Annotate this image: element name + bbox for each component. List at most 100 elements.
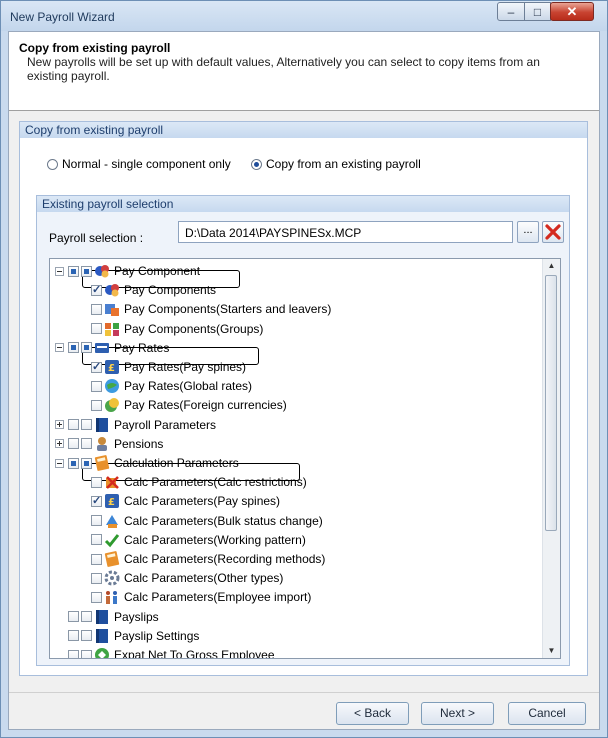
clear-selection-button[interactable] [542,221,564,243]
browse-button[interactable]: ... [517,221,539,243]
tree-item-checkbox-icon[interactable] [91,494,102,507]
collapse-icon[interactable] [55,343,64,353]
tree-item-checkbox-icon[interactable] [91,572,102,584]
window-title: New Payroll Wizard [10,10,115,24]
scroll-thumb[interactable] [545,275,557,531]
payroll-items-tree[interactable]: Pay Component Pay Components Pay Component… [49,258,561,659]
pay-component-icon [94,263,110,279]
tree-item[interactable]: £ Pay Rates(Pay spines) [91,359,246,375]
tree-item-label: Calc Parameters(Working pattern) [124,532,306,547]
tree-item-label: Expat Net To Gross Employee [114,648,275,659]
tree-item[interactable]: £ Calc Parameters(Pay spines) [91,493,280,509]
scroll-down-icon[interactable]: ▼ [543,644,560,658]
tree-item[interactable]: Calc Parameters(Bulk status change) [91,513,323,529]
tick-icon [104,532,120,548]
pay-component-icon [104,282,120,298]
tree-item-label: Calc Parameters(Employee import) [124,590,312,605]
close-icon: ✕ [566,4,578,19]
tree-item[interactable]: Calc Parameters(Calc restrictions) [91,474,307,490]
collapse-icon[interactable] [55,266,64,276]
minimize-button[interactable]: – [497,2,525,21]
tree-item[interactable]: Payslip Settings [55,628,199,644]
tree-item-checkbox-icon[interactable] [91,591,102,603]
tree-item-checkbox-icon[interactable] [91,476,102,488]
tree-item-checkbox-icon[interactable] [91,283,102,296]
tree-item[interactable]: Calc Parameters(Employee import) [91,589,311,605]
back-button[interactable]: < Back [336,702,409,725]
tree-item[interactable]: Pay Rates [55,340,169,356]
tree-item[interactable]: Pay Rates(Global rates) [91,378,252,394]
selection-group-title: Existing payroll selection [37,196,569,212]
tree-item-checkbox-icon[interactable] [68,438,79,450]
tree-item[interactable]: Calc Parameters(Other types) [91,570,283,586]
tree-item[interactable]: Payslips [55,609,159,625]
employees-icon [104,589,120,605]
minimize-icon: – [507,5,515,19]
radio-normal-icon[interactable] [47,158,58,170]
tree-item-label: Calculation Parameters [114,456,239,470]
globe-icon [104,378,120,394]
tree-item-checkbox-icon[interactable] [91,380,102,392]
tree-item-label: Pay Components [124,283,217,298]
svg-text:£: £ [108,497,115,508]
tree-item-state-icon [81,265,92,277]
restriction-icon [104,474,120,490]
tree-item-state-icon [81,438,92,450]
tree-item-label: Calc Parameters(Calc restrictions) [124,475,307,490]
tree-item-checkbox-icon[interactable] [68,419,79,431]
tree-item-label: Pay Components(Groups) [124,321,264,336]
tree-item-label: Calc Parameters(Recording methods) [124,552,326,566]
tree-item[interactable]: Payroll Parameters [55,417,216,433]
tree-item[interactable]: Calc Parameters(Recording methods) [91,551,325,567]
tree-item[interactable]: Pay Components(Groups) [91,321,263,337]
cancel-button[interactable]: Cancel [508,702,586,725]
tree-item-checkbox-icon[interactable] [91,303,102,315]
payroll-selection-input[interactable]: D:\Data 2014\PAYSPINESx.MCP [178,221,513,243]
tree-item[interactable]: Pay Components(Starters and leavers) [91,301,331,317]
pension-icon [94,436,110,452]
tree-item-checkbox-icon[interactable] [91,360,102,373]
tree-item-label: Pensions [114,436,164,451]
tree-item[interactable]: Calc Parameters(Working pattern) [91,532,306,548]
tree-item-checkbox-icon[interactable] [91,515,102,527]
tree-item-checkbox-icon[interactable] [68,342,79,354]
tree-item-label: Payslips [114,609,159,624]
title-bar: New Payroll Wizard – □ ✕ [1,1,607,31]
radio-copy-label: Copy from an existing payroll [266,157,421,171]
expand-icon[interactable] [55,420,64,430]
tree-item[interactable]: Pay Component [55,263,200,279]
radio-copy-icon[interactable] [251,158,262,170]
radio-copy-existing[interactable]: Copy from an existing payroll [251,157,421,171]
tree-item-checkbox-icon[interactable] [91,534,102,546]
collapse-icon[interactable] [55,458,64,468]
tree-item-checkbox-icon[interactable] [68,611,79,623]
tree-item-checkbox-icon[interactable] [68,457,79,469]
scroll-up-icon[interactable]: ▲ [543,259,560,273]
tree-item[interactable]: Expat Net To Gross Employee [55,647,275,659]
page-description: New payrolls will be set up with default… [27,55,540,83]
tree-item[interactable]: Calculation Parameters [55,455,239,471]
book-icon [94,628,110,644]
tree-item[interactable]: Pensions [55,436,163,452]
tree-item-checkbox-icon[interactable] [68,649,79,658]
tree-item[interactable]: Pay Rates(Foreign currencies) [91,397,287,413]
next-button[interactable]: Next > [421,702,494,725]
tree-item[interactable]: Pay Components [91,282,216,298]
tree-item-checkbox-icon[interactable] [91,553,102,565]
expand-icon[interactable] [55,439,64,449]
wizard-header: Copy from existing payroll New payrolls … [9,32,599,111]
red-x-icon [545,224,561,240]
close-button[interactable]: ✕ [550,2,594,21]
wizard-client: Copy from existing payroll New payrolls … [8,31,600,730]
tree-vertical-scrollbar[interactable]: ▲ ▼ [542,259,560,658]
tree-item-checkbox-icon[interactable] [91,323,102,335]
tree-item-checkbox-icon[interactable] [91,399,102,411]
maximize-button[interactable]: □ [524,2,551,21]
tree-item-label: Pay Rates(Pay spines) [124,360,247,374]
radio-normal-single[interactable]: Normal - single component only [47,157,231,171]
tree-item-checkbox-icon[interactable] [68,630,79,642]
pay-rates-icon [94,340,110,356]
starters-leavers-icon [104,301,120,317]
tree-item-label: Payroll Parameters [114,417,217,432]
tree-item-checkbox-icon[interactable] [68,265,79,277]
